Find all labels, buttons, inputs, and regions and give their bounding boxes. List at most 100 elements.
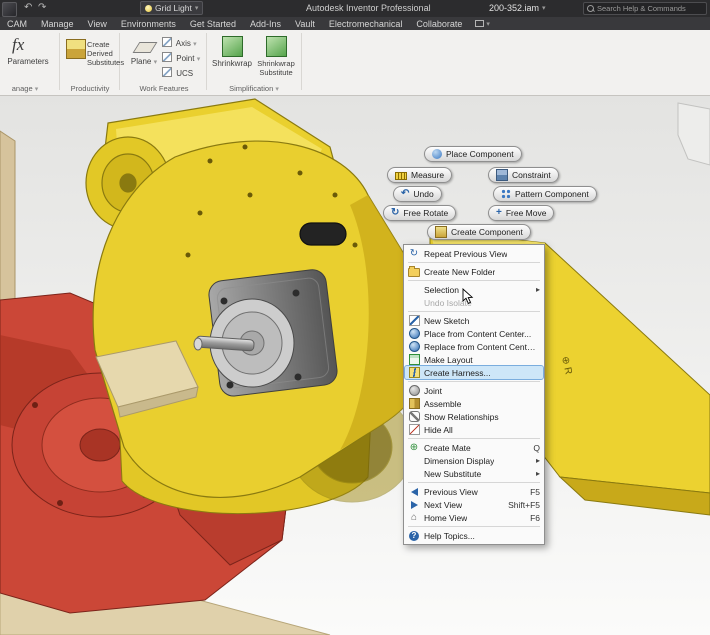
menu-item-create-new-folder[interactable]: Create New Folder [405,265,543,278]
simplification-panel-label[interactable]: Simplification ▾ [208,84,300,93]
free-rotate-icon: ↻ [391,208,399,218]
manage-panel-text: anage [12,84,33,93]
menu-item-previous-view[interactable]: Previous View F5 [405,485,543,498]
menu-item-assemble[interactable]: Assemble [405,397,543,410]
create-mate-icon: ⊕ [408,442,420,453]
menu-item-repeat-previous-view[interactable]: ↻ Repeat Previous View [405,247,543,260]
menu-item-new-substitute[interactable]: New Substitute ▸ [405,467,543,480]
measure-icon [395,172,407,180]
free-rotate-button[interactable]: ↻ Free Rotate [383,205,456,221]
redo-icon[interactable]: ↷ [38,1,46,15]
tab-view[interactable]: View [81,19,114,29]
constraint-icon [496,169,508,181]
axis-button[interactable]: Axis ▾ [162,37,197,48]
free-move-label: Free Move [506,208,547,218]
pattern-component-button[interactable]: Pattern Component [493,186,597,202]
document-name[interactable]: 200-352.iam ▾ [489,3,546,13]
shortcut-label: F5 [524,487,540,497]
next-view-icon [411,501,418,509]
search-box[interactable]: Search Help & Commands [583,2,707,15]
icon-cell [408,297,420,308]
shrinkwrap-substitute-button[interactable]: Shrinkwrap Substitute [250,59,302,77]
icon-cell: ? [408,530,420,541]
parameters-button[interactable]: Parameters [0,57,56,66]
ribbon-appearance-toggle[interactable]: ▾ [475,20,490,28]
ucs-icon [162,67,172,77]
tab-electromechanical[interactable]: Electromechanical [322,19,410,29]
measure-button[interactable]: Measure [387,167,452,183]
menu-item-place-from-content-center[interactable]: Place from Content Center... [405,327,543,340]
undo-icon[interactable]: ↶ [24,1,32,15]
plane-button[interactable]: Plane ▾ [126,57,162,66]
menu-item-label: Assemble [424,399,461,409]
productivity-panel-label[interactable]: Productivity [60,84,120,93]
menu-item-undo-isolate[interactable]: Undo Isolate [405,296,543,309]
point-button[interactable]: Point ▾ [162,52,200,63]
app-menu-icon[interactable] [2,2,17,17]
menu-item-new-sketch[interactable]: New Sketch [405,314,543,327]
context-menu: ↻ Repeat Previous View Create New Folder… [403,244,545,545]
app-window: ↶ ↷ Grid Light ▾ Autodesk Inventor Profe… [0,0,710,635]
menu-item-replace-from-content-center[interactable]: Replace from Content Center... [405,340,543,353]
icon-cell [408,411,420,422]
place-component-button[interactable]: Place Component [424,146,522,162]
menu-item-make-layout[interactable]: Make Layout [405,353,543,366]
lightbulb-icon [145,5,152,12]
menu-item-label: New Substitute [424,469,481,479]
viewport-3d[interactable]: ⊕ R [0,95,710,635]
place-component-label: Place Component [446,149,514,159]
axis-icon [162,37,172,47]
menu-item-help-topics[interactable]: ? Help Topics... [405,529,543,542]
menu-item-dimension-display[interactable]: Dimension Display ▸ [405,454,543,467]
icon-cell [408,354,420,365]
menu-item-next-view[interactable]: Next View Shift+F5 [405,498,543,511]
menu-item-joint[interactable]: Joint [405,384,543,397]
manage-panel-label[interactable]: anage ▾ [0,84,50,93]
search-icon [587,5,594,12]
plane-label: Plane [131,57,151,66]
make-layout-icon [409,354,420,365]
ucs-label: UCS [176,69,193,78]
grid-light-dropdown[interactable]: Grid Light ▾ [140,1,203,15]
menu-item-label: Replace from Content Center... [424,342,540,352]
undo-label: Undo [413,189,433,199]
menu-item-hide-all[interactable]: Hide All [405,423,543,436]
icon-cell [408,284,420,295]
tab-add-ins[interactable]: Add-Ins [243,19,288,29]
free-move-button[interactable]: + Free Move [488,205,554,221]
tab-vault[interactable]: Vault [288,19,322,29]
free-rotate-label: Free Rotate [403,208,448,218]
shortcut-label: F6 [524,513,540,523]
menu-item-create-harness[interactable]: Create Harness... [405,366,543,379]
document-name-label: 200-352.iam [489,3,539,13]
tab-cam[interactable]: CAM [0,19,34,29]
menu-item-label: Previous View [424,487,478,497]
menu-item-label: Help Topics... [424,531,475,541]
submenu-arrow-icon: ▸ [530,469,540,478]
shortcut-label: Shift+F5 [502,500,540,510]
create-component-label: Create Component [451,227,523,237]
menu-item-create-mate[interactable]: ⊕ Create Mate Q [405,441,543,454]
menu-item-selection[interactable]: Selection ▸ [405,283,543,296]
free-move-icon: + [496,208,502,218]
tab-environments[interactable]: Environments [114,19,183,29]
parameters-fx-icon[interactable]: fx [12,35,24,55]
create-derived-substitutes-button[interactable]: Create Derived Substitutes [87,40,118,67]
place-component-icon [432,149,442,159]
group-divider [59,33,60,90]
ribbon-box-icon [475,20,484,27]
create-component-button[interactable]: Create Component [427,224,531,240]
menu-item-label: Undo Isolate [424,298,472,308]
menu-item-label: Home View [424,513,467,523]
new-folder-icon [408,268,420,277]
work-features-panel-label[interactable]: Work Features [122,84,206,93]
tab-collaborate[interactable]: Collaborate [409,19,469,29]
tab-get-started[interactable]: Get Started [183,19,243,29]
ucs-button[interactable]: UCS [162,67,193,78]
menu-item-home-view[interactable]: ⌂ Home View F6 [405,511,543,524]
constraint-button[interactable]: Constraint [488,167,559,183]
tab-manage[interactable]: Manage [34,19,81,29]
menu-item-label: Create Mate [424,443,471,453]
undo-button[interactable]: ↶ Undo [393,186,442,202]
menu-item-show-relationships[interactable]: Show Relationships [405,410,543,423]
